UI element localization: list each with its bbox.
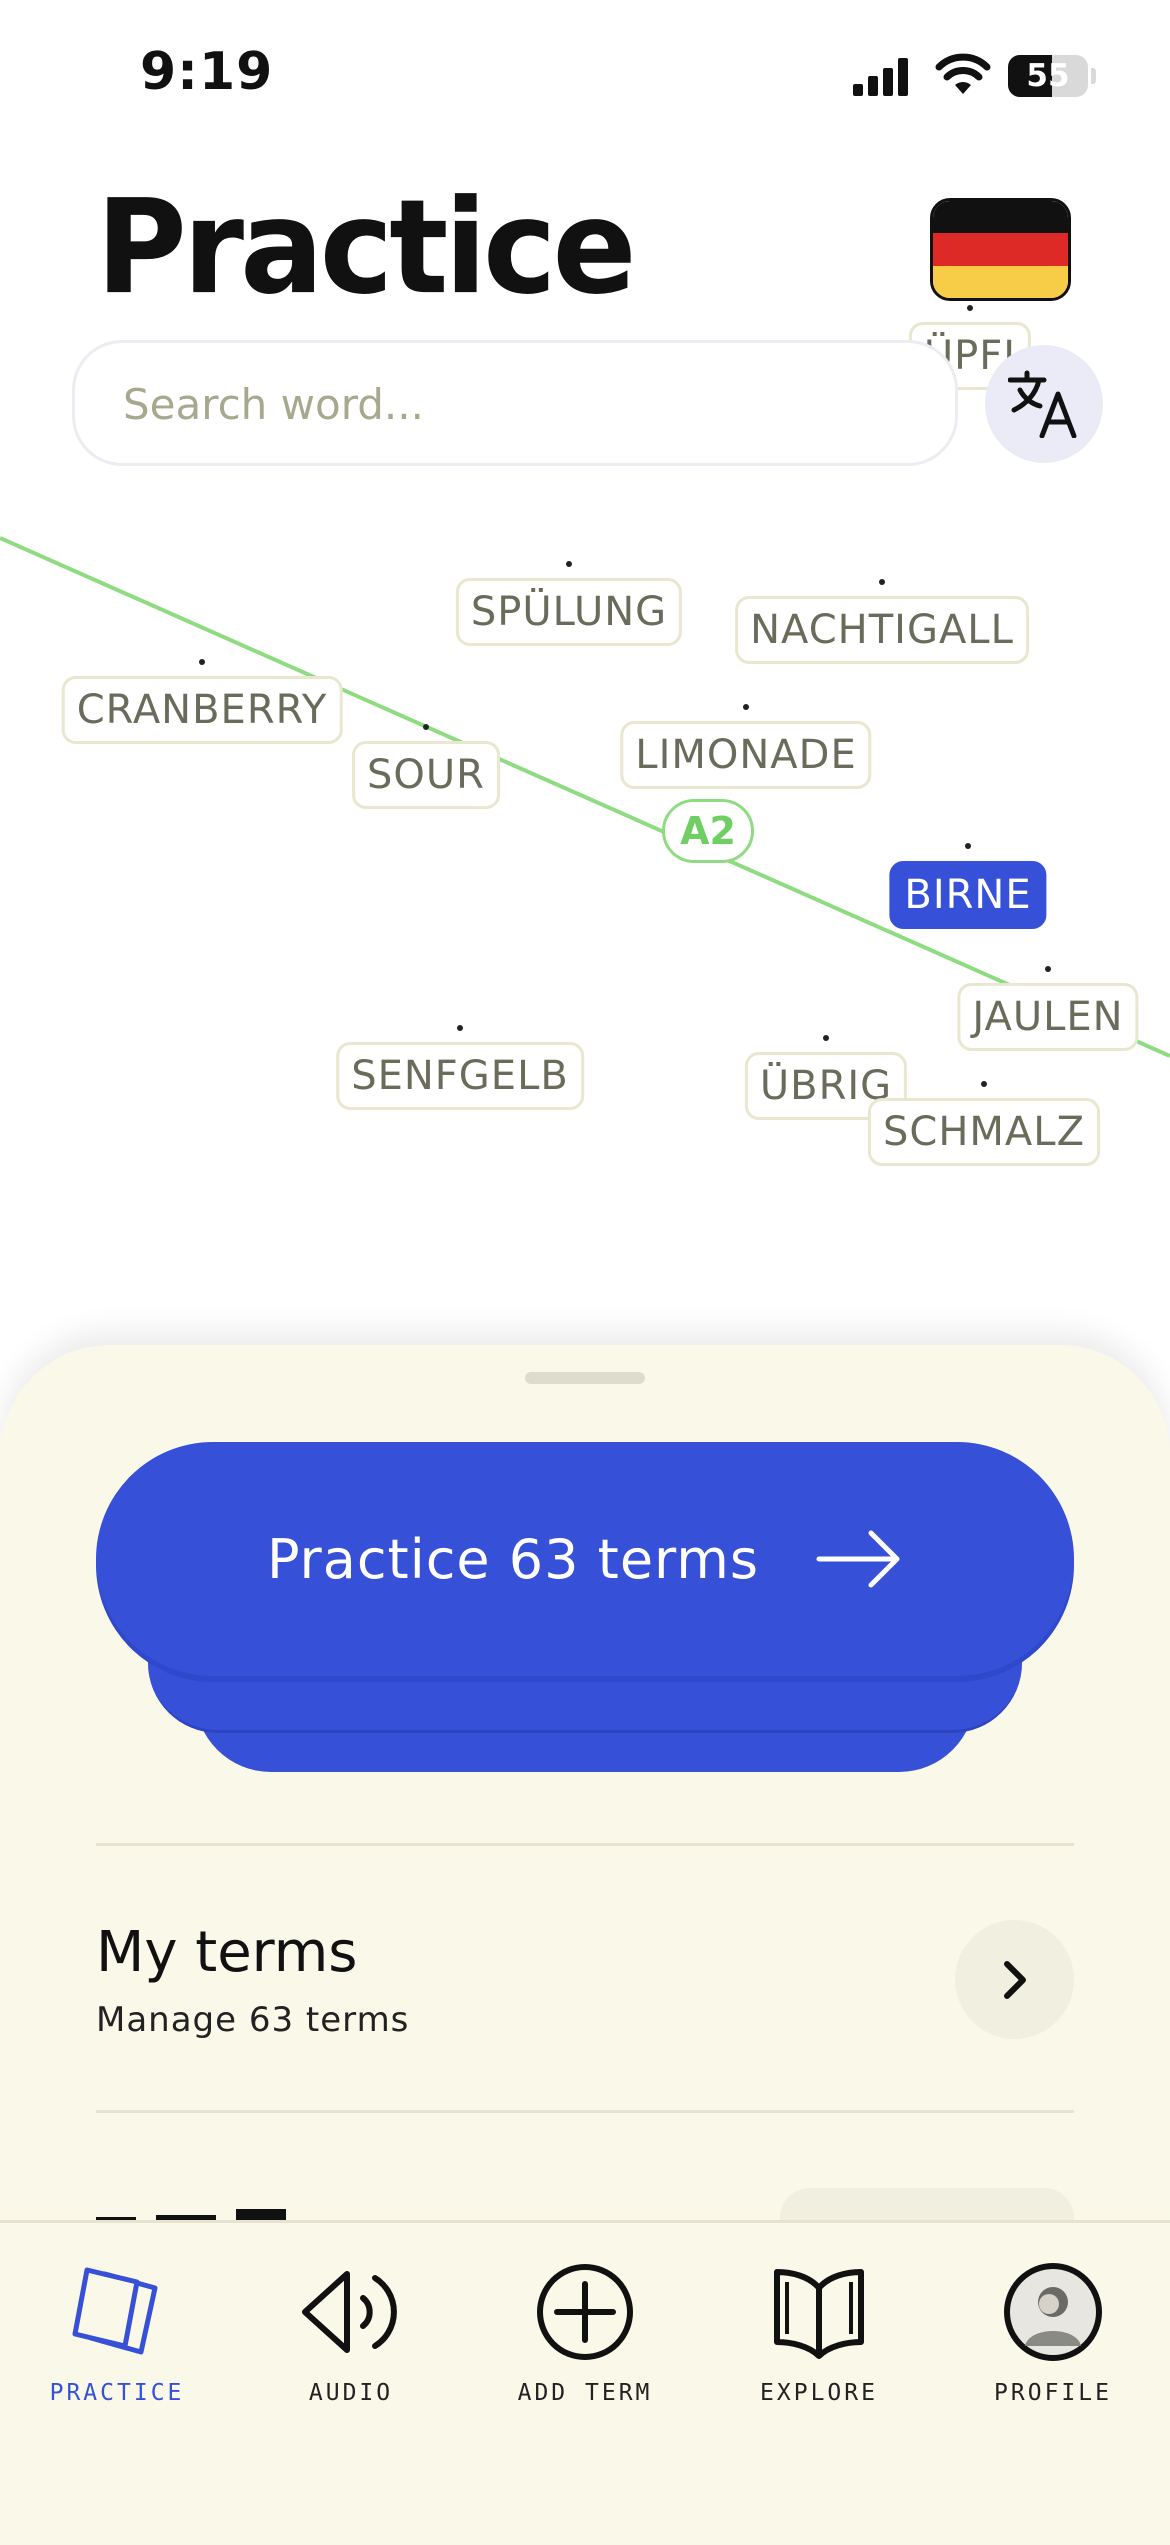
chevron-right-icon xyxy=(1003,1960,1026,1999)
speaker-icon xyxy=(302,2271,397,2353)
word-chip[interactable]: CRANBERRY xyxy=(61,676,343,744)
my-terms-button[interactable] xyxy=(955,1920,1074,2039)
tab-practice[interactable]: PRACTICE xyxy=(17,2262,217,2406)
translate-icon xyxy=(1008,370,1077,438)
book-icon xyxy=(774,2269,864,2359)
level-badge: A2 xyxy=(662,799,754,863)
tab-explore[interactable]: EXPLORE xyxy=(719,2262,919,2406)
avatar xyxy=(1004,2263,1102,2361)
word-chip[interactable]: LIMONADE xyxy=(620,721,872,789)
search-input[interactable] xyxy=(121,373,905,435)
tab-label: PRACTICE xyxy=(49,2380,185,2406)
word-chip[interactable]: NACHTIGALL xyxy=(735,596,1029,664)
tab-label: EXPLORE xyxy=(760,2380,878,2406)
tab-audio[interactable]: AUDIO xyxy=(251,2262,451,2406)
arrow-right-icon xyxy=(816,1530,900,1588)
practice-button-label: Practice 63 terms xyxy=(266,1527,760,1591)
divider xyxy=(96,2110,1074,2113)
word-chip-selected[interactable]: BIRNE xyxy=(889,861,1047,929)
tab-add-term[interactable]: ADD TERM xyxy=(485,2262,685,2406)
tab-label: AUDIO xyxy=(308,2380,394,2406)
my-terms-title[interactable]: My terms xyxy=(96,1920,357,1985)
tab-label: PROFILE xyxy=(994,2380,1112,2406)
my-terms-subtitle: Manage 63 terms xyxy=(96,2000,410,2040)
word-chip[interactable]: SPÜLUNG xyxy=(455,578,683,646)
divider xyxy=(96,1843,1074,1846)
tab-profile[interactable]: PROFILE xyxy=(953,2262,1153,2406)
plus-circle-icon xyxy=(537,2264,633,2360)
cards-icon xyxy=(72,2267,158,2355)
word-chip[interactable]: JAULEN xyxy=(957,983,1139,1051)
practice-button[interactable]: Practice 63 terms xyxy=(96,1442,1074,1676)
tab-label: ADD TERM xyxy=(517,2380,653,2406)
sheet-handle[interactable] xyxy=(525,1372,645,1384)
search-box[interactable] xyxy=(72,340,958,466)
word-chip[interactable]: SENFGELB xyxy=(336,1042,584,1110)
translate-button[interactable] xyxy=(985,345,1103,463)
word-chip[interactable]: SCHMALZ xyxy=(868,1098,1100,1166)
word-dot xyxy=(967,305,973,311)
word-chip[interactable]: SOUR xyxy=(352,741,500,809)
